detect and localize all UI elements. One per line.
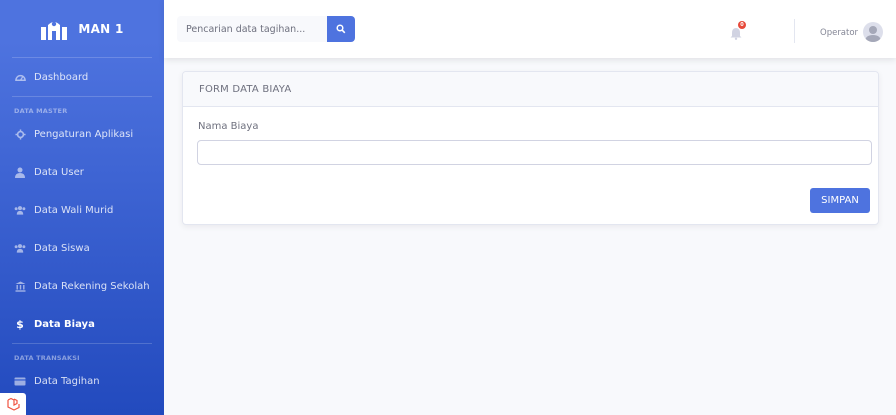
- cog-icon: [14, 128, 26, 140]
- sidebar-item-dashboard[interactable]: Dashboard: [0, 58, 164, 96]
- search-button[interactable]: [327, 16, 355, 42]
- sidebar-item-label: Data User: [34, 166, 84, 178]
- search-input[interactable]: [177, 16, 327, 42]
- sidebar-item-pengaturan-aplikasi[interactable]: Pengaturan Aplikasi: [0, 115, 164, 153]
- nama-biaya-label: Nama Biaya: [198, 121, 259, 132]
- sidebar-item-label: Data Tagihan: [34, 375, 100, 387]
- sidebar-item-data-siswa[interactable]: Data Siswa: [0, 229, 164, 267]
- university-icon: [14, 280, 26, 292]
- sidebar-item-label: Pengaturan Aplikasi: [34, 128, 134, 140]
- sidebar-item-label: Data Biaya: [34, 318, 95, 330]
- sidebar-item-label: Dashboard: [34, 71, 89, 83]
- users-icon: [14, 204, 26, 216]
- dashboard-icon: [14, 71, 26, 83]
- user-name[interactable]: Operator: [820, 28, 858, 38]
- sidebar-item-data-user[interactable]: Data User: [0, 153, 164, 191]
- sidebar-heading-master: DATA MASTER: [14, 107, 68, 115]
- sidebar-item-label: Data Siswa: [34, 242, 90, 254]
- sidebar-heading-transaksi: DATA TRANSAKSI: [14, 354, 80, 362]
- school-logo-icon: [41, 21, 68, 40]
- notifications-button[interactable]: 0: [730, 21, 746, 40]
- save-button[interactable]: SIMPAN: [810, 188, 870, 213]
- laravel-debugbar-icon[interactable]: [0, 393, 26, 415]
- notification-count-badge: 0: [738, 21, 746, 29]
- users-icon: [14, 242, 26, 254]
- user-icon: [14, 166, 26, 178]
- form-card: FORM DATA BIAYA Nama Biaya SIMPAN: [182, 71, 879, 225]
- card-title: FORM DATA BIAYA: [183, 72, 878, 107]
- sidebar-item-data-wali-murid[interactable]: Data Wali Murid: [0, 191, 164, 229]
- sidebar-item-data-rekening-sekolah[interactable]: Data Rekening Sekolah: [0, 267, 164, 305]
- brand-link[interactable]: MAN 1: [0, 0, 164, 57]
- avatar[interactable]: [863, 22, 883, 42]
- invoice-icon: [14, 375, 26, 387]
- topbar-divider: [794, 19, 795, 43]
- search-form: [177, 16, 355, 42]
- brand-name: MAN 1: [78, 21, 124, 36]
- sidebar-item-label: Data Wali Murid: [34, 204, 114, 216]
- dollar-icon: $: [16, 317, 24, 331]
- search-icon: [336, 24, 346, 34]
- bell-icon: [730, 28, 742, 40]
- nama-biaya-input[interactable]: [197, 140, 872, 165]
- sidebar-item-data-biaya[interactable]: $ Data Biaya: [0, 305, 164, 343]
- user-avatar-icon: [865, 26, 881, 42]
- topbar: 0 Operator: [164, 0, 896, 58]
- sidebar-item-label: Data Rekening Sekolah: [34, 280, 150, 292]
- sidebar: MAN 1 Dashboard DATA MASTER Pengaturan A…: [0, 0, 164, 415]
